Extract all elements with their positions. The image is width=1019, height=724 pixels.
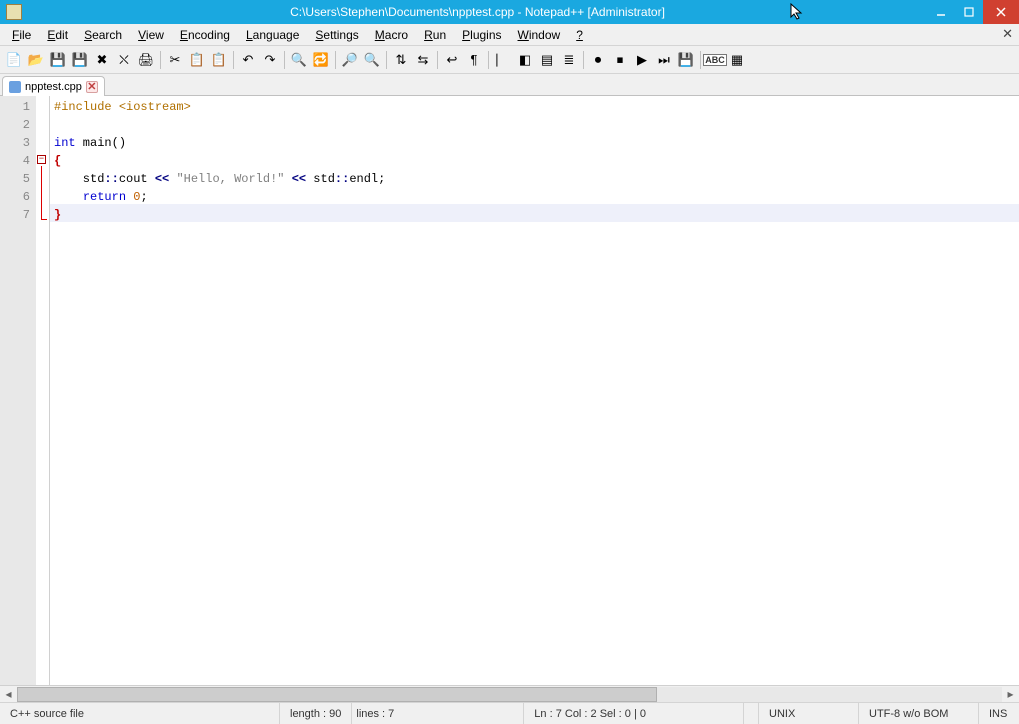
line-number: 7 bbox=[0, 206, 30, 224]
copy-icon[interactable]: 📋 bbox=[187, 50, 207, 70]
close-all-icon[interactable]: ⛌ bbox=[114, 50, 134, 70]
sync-vscroll-icon[interactable]: ⇅ bbox=[391, 50, 411, 70]
file-icon bbox=[9, 81, 21, 93]
line-number: 3 bbox=[0, 134, 30, 152]
play-multi-icon[interactable]: ⏭ bbox=[654, 50, 674, 70]
minimize-button[interactable] bbox=[927, 0, 955, 24]
toolbar-separator bbox=[700, 51, 701, 69]
menu-view[interactable]: View bbox=[130, 26, 172, 44]
status-lines: lines : 7 bbox=[352, 703, 404, 724]
menu-macro[interactable]: Macro bbox=[367, 26, 416, 44]
code-line[interactable]: int main() bbox=[54, 134, 1015, 152]
close-icon[interactable]: ✖ bbox=[92, 50, 112, 70]
maximize-button[interactable] bbox=[955, 0, 983, 24]
toolbar-separator bbox=[233, 51, 234, 69]
status-encoding: UTF-8 w/o BOM bbox=[859, 703, 979, 724]
toolbar-separator bbox=[488, 51, 489, 69]
line-number: 2 bbox=[0, 116, 30, 134]
play-macro-icon[interactable]: ▶ bbox=[632, 50, 652, 70]
code-line[interactable]: std::cout << "Hello, World!" << std::end… bbox=[54, 170, 1015, 188]
line-number: 5 bbox=[0, 170, 30, 188]
horizontal-scrollbar[interactable]: ◂ ▸ bbox=[0, 685, 1019, 702]
scroll-track[interactable] bbox=[17, 687, 1002, 702]
line-number: 4 bbox=[0, 152, 30, 170]
menu-encoding[interactable]: Encoding bbox=[172, 26, 238, 44]
menu-search[interactable]: Search bbox=[76, 26, 130, 44]
sync-hscroll-icon[interactable]: ⇆ bbox=[413, 50, 433, 70]
mdi-close-icon[interactable]: ✕ bbox=[1002, 26, 1013, 42]
toolbar-separator bbox=[284, 51, 285, 69]
fold-guide bbox=[41, 166, 42, 214]
toolbar-separator bbox=[583, 51, 584, 69]
scroll-right-icon[interactable]: ▸ bbox=[1002, 686, 1019, 703]
show-all-chars-icon[interactable]: ¶ bbox=[464, 50, 484, 70]
titlebar: C:\Users\Stephen\Documents\npptest.cpp -… bbox=[0, 0, 1019, 24]
save-all-icon[interactable]: 💾 bbox=[70, 50, 90, 70]
open-file-icon[interactable]: 📂 bbox=[26, 50, 46, 70]
undo-icon[interactable]: ↶ bbox=[238, 50, 258, 70]
code-line[interactable]: { bbox=[54, 152, 1015, 170]
zoom-out-icon[interactable]: 🔍 bbox=[362, 50, 382, 70]
editor[interactable]: 1234567 − #include <iostream> int main()… bbox=[0, 96, 1019, 685]
close-window-button[interactable] bbox=[983, 0, 1019, 24]
print-icon[interactable]: 🖨 bbox=[136, 50, 156, 70]
scroll-thumb[interactable] bbox=[17, 687, 657, 702]
menu-file[interactable]: File bbox=[4, 26, 39, 44]
doc-map-icon[interactable]: ▤ bbox=[537, 50, 557, 70]
record-macro-icon[interactable]: ⏺ bbox=[588, 50, 608, 70]
window-title: C:\Users\Stephen\Documents\npptest.cpp -… bbox=[28, 5, 927, 19]
tabbar: npptest.cpp ✕ bbox=[0, 74, 1019, 96]
menu-edit[interactable]: Edit bbox=[39, 26, 76, 44]
paste-icon[interactable]: 📋 bbox=[209, 50, 229, 70]
func-list-icon[interactable]: ≣ bbox=[559, 50, 579, 70]
zoom-in-icon[interactable]: 🔎 bbox=[340, 50, 360, 70]
menubar: FileEditSearchViewEncodingLanguageSettin… bbox=[0, 24, 1019, 46]
find-icon[interactable]: 🔍 bbox=[289, 50, 309, 70]
line-number: 6 bbox=[0, 188, 30, 206]
status-length: length : 90 bbox=[280, 703, 352, 724]
spellcheck-next-icon[interactable]: ▦ bbox=[727, 50, 747, 70]
new-file-icon[interactable]: 📄 bbox=[4, 50, 24, 70]
toolbar: 📄📂💾💾✖⛌🖨✂📋📋↶↷🔍🔁🔎🔍⇅⇆↩¶⎸◧▤≣⏺⏹▶⏭💾ABC▦ bbox=[0, 46, 1019, 74]
menu-window[interactable]: Window bbox=[510, 26, 569, 44]
tab-filename: npptest.cpp bbox=[25, 81, 82, 93]
menu-settings[interactable]: Settings bbox=[307, 26, 366, 44]
menu-language[interactable]: Language bbox=[238, 26, 307, 44]
app-icon bbox=[6, 4, 22, 20]
code-line[interactable]: #include <iostream> bbox=[54, 98, 1015, 116]
code-line[interactable] bbox=[54, 116, 1015, 134]
wordwrap-icon[interactable]: ↩ bbox=[442, 50, 462, 70]
cut-icon[interactable]: ✂ bbox=[165, 50, 185, 70]
line-number-gutter: 1234567 bbox=[0, 96, 36, 685]
stop-macro-icon[interactable]: ⏹ bbox=[610, 50, 630, 70]
status-eol: UNIX bbox=[759, 703, 859, 724]
toolbar-separator bbox=[386, 51, 387, 69]
status-insertmode: INS bbox=[979, 703, 1019, 724]
status-position: Ln : 7 Col : 2 Sel : 0 | 0 bbox=[524, 703, 744, 724]
tab-close-icon[interactable]: ✕ bbox=[86, 81, 98, 93]
replace-icon[interactable]: 🔁 bbox=[311, 50, 331, 70]
redo-icon[interactable]: ↷ bbox=[260, 50, 280, 70]
menu-[interactable]: ? bbox=[568, 26, 591, 44]
fold-toggle-icon[interactable]: − bbox=[37, 155, 46, 164]
file-tab[interactable]: npptest.cpp ✕ bbox=[2, 76, 105, 96]
user-lang-icon[interactable]: ◧ bbox=[515, 50, 535, 70]
status-filetype: C++ source file bbox=[0, 703, 280, 724]
fold-end-icon bbox=[41, 214, 47, 220]
menu-plugins[interactable]: Plugins bbox=[454, 26, 509, 44]
code-area[interactable]: #include <iostream> int main(){ std::cou… bbox=[50, 96, 1019, 685]
spellcheck-icon[interactable]: ABC bbox=[705, 50, 725, 70]
save-icon[interactable]: 💾 bbox=[48, 50, 68, 70]
scroll-left-icon[interactable]: ◂ bbox=[0, 686, 17, 703]
save-macro-icon[interactable]: 💾 bbox=[676, 50, 696, 70]
indent-guide-icon[interactable]: ⎸ bbox=[493, 50, 513, 70]
fold-gutter[interactable]: − bbox=[36, 96, 50, 685]
statusbar: C++ source file length : 90 lines : 7 Ln… bbox=[0, 702, 1019, 724]
menu-run[interactable]: Run bbox=[416, 26, 454, 44]
toolbar-separator bbox=[437, 51, 438, 69]
toolbar-separator bbox=[335, 51, 336, 69]
toolbar-separator bbox=[160, 51, 161, 69]
line-number: 1 bbox=[0, 98, 30, 116]
